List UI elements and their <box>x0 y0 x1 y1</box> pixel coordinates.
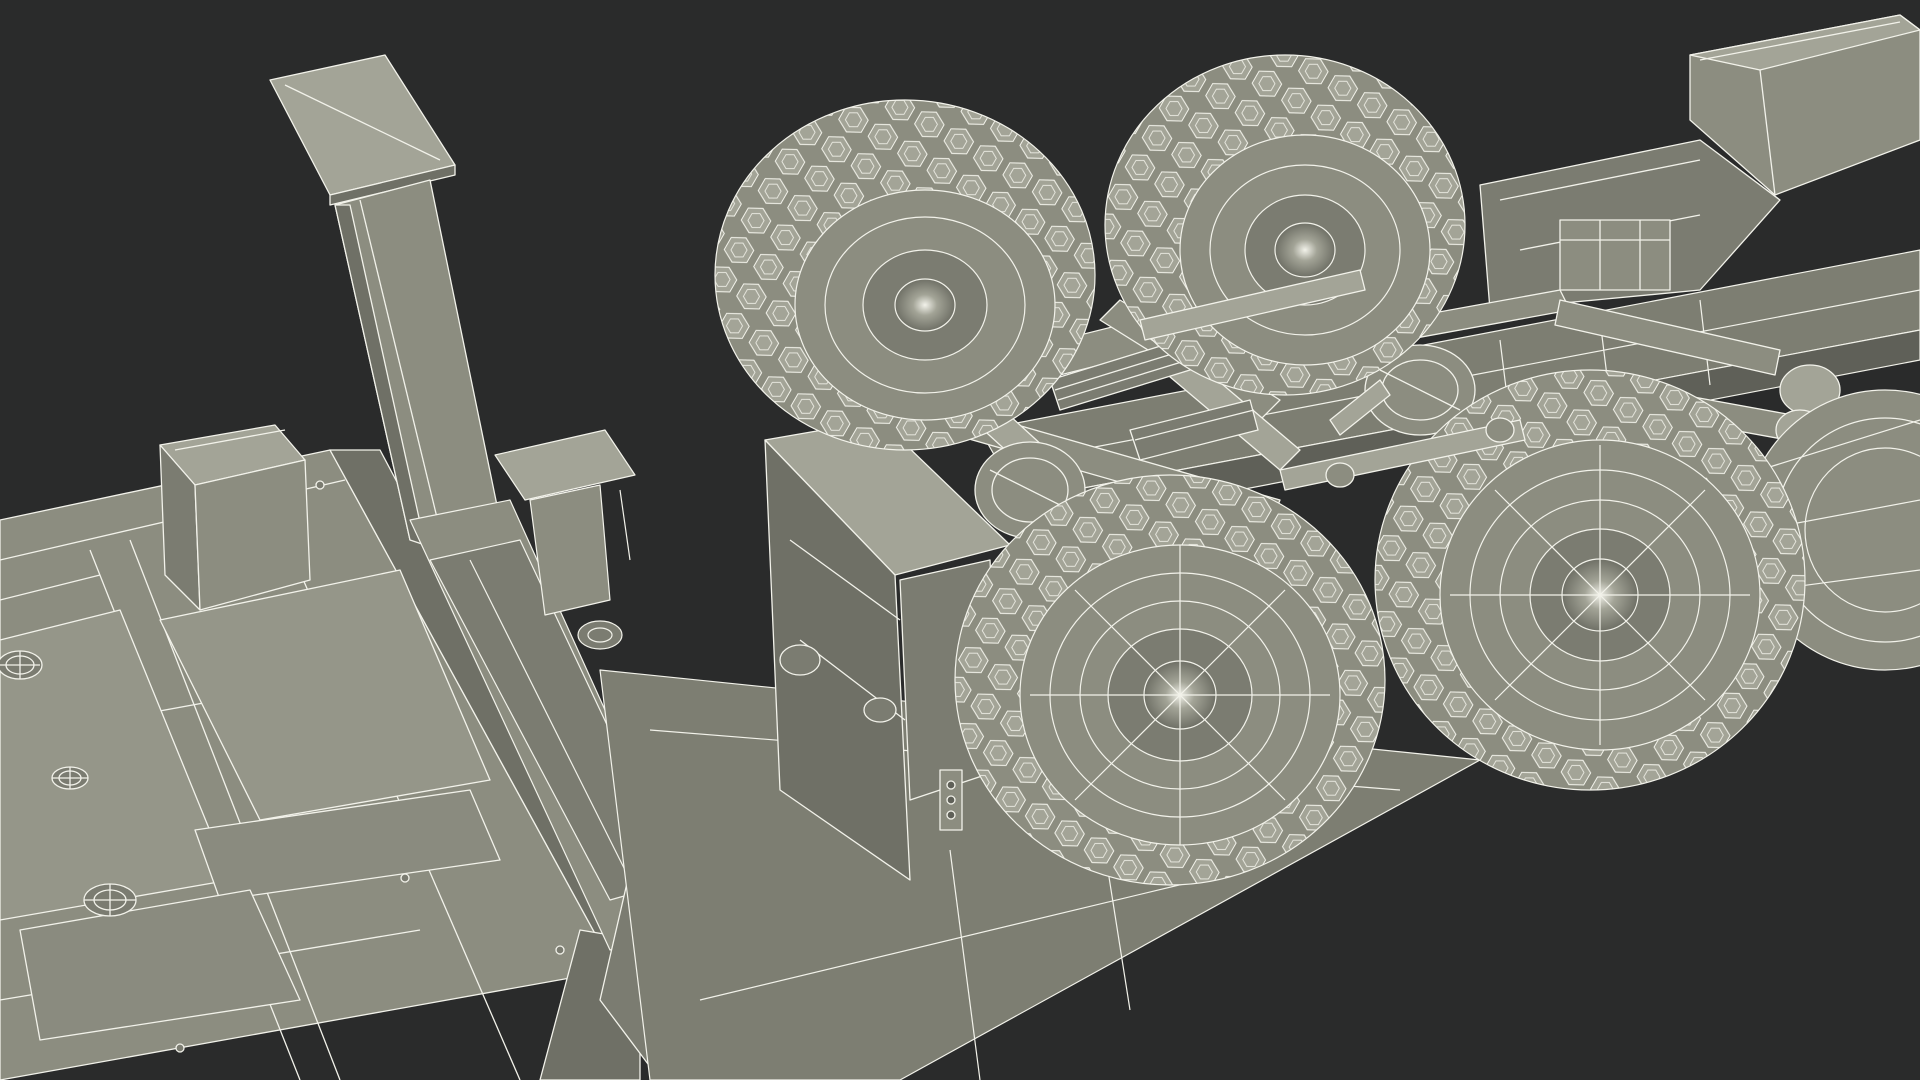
deck-hatch <box>51 766 89 790</box>
wireframe-render-viewport <box>0 0 1920 1080</box>
military-vehicle-wireframe-render <box>0 0 1920 1080</box>
front-axle-wheel-left <box>714 99 1096 451</box>
rear-axle-wheel-left <box>1104 54 1466 396</box>
equipment-box <box>159 424 311 611</box>
rear-axle-wheel-right <box>1374 369 1806 791</box>
front-axle-wheel-right <box>954 474 1386 886</box>
deck-hatch <box>83 883 137 917</box>
deck-hatch <box>0 650 43 680</box>
